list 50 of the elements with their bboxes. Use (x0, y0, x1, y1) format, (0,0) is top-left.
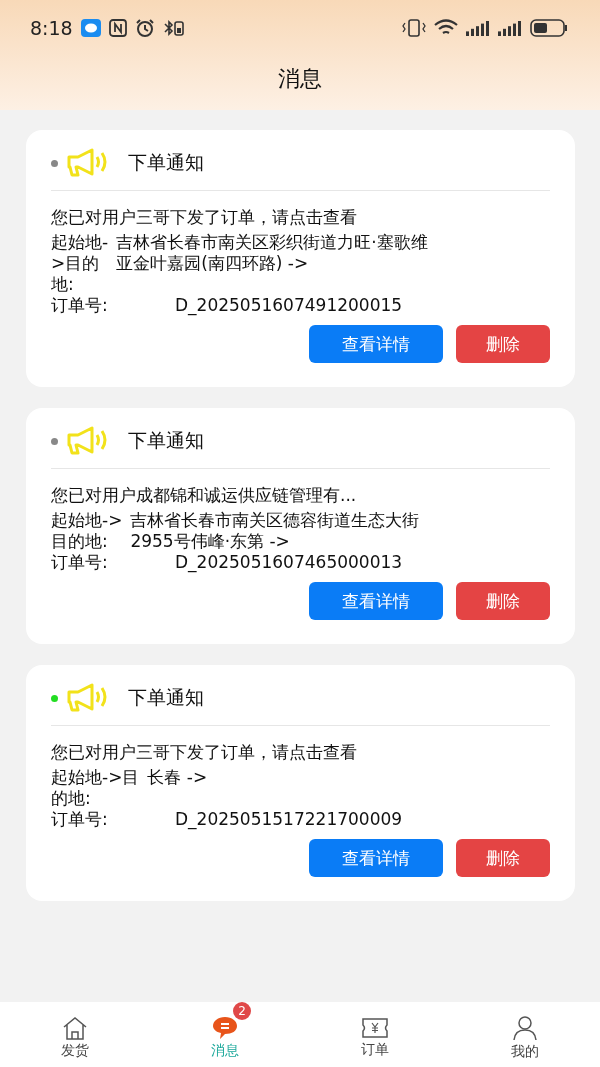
signal-icon (498, 20, 522, 36)
route-address: 长春 -> (147, 767, 209, 788)
tab-item[interactable]: 2 消息 (150, 1002, 300, 1067)
signal-icon (466, 20, 490, 36)
ticket-icon (361, 1016, 389, 1039)
order-label: 订单号: (51, 552, 109, 573)
user-icon (512, 1014, 538, 1041)
tab-item[interactable]: 我的 (450, 1002, 600, 1067)
details-button[interactable]: 查看详情 (309, 839, 443, 877)
message-summary: 您已对用户三哥下发了订单，请点击查看 (51, 742, 358, 763)
details-button[interactable]: 查看详情 (309, 325, 443, 363)
tab-item[interactable]: 订单 (300, 1002, 450, 1067)
route-label: >目的 (51, 253, 101, 274)
message-title: 下单通知 (128, 428, 204, 453)
order-label: 订单号: (51, 809, 109, 830)
bluetooth-battery-icon (162, 19, 185, 37)
message-summary: 您已对用户三哥下发了订单，请点击查看 (51, 207, 358, 228)
route-address: 亚金叶嘉园(南四环路) -> (116, 253, 310, 274)
status-time: 8:18 (30, 17, 73, 39)
delete-button[interactable]: 删除 (456, 582, 550, 620)
route-label: 地: (51, 274, 75, 295)
message-summary: 您已对用户成都锦和诚运供应链管理有... (51, 485, 358, 506)
route-address: 吉林省长春市南关区德容街道生态大街 (130, 510, 421, 531)
vibrate-icon (402, 19, 426, 37)
home-icon (62, 1015, 88, 1040)
route-label: 的地: (51, 788, 92, 809)
battery-icon (530, 19, 568, 37)
details-button[interactable]: 查看详情 (309, 582, 443, 620)
delete-button[interactable]: 删除 (456, 839, 550, 877)
delete-button[interactable]: 删除 (456, 325, 550, 363)
route-label: 起始地-> (51, 510, 123, 531)
route-address: 2955号伟峰·东第 -> (130, 531, 291, 552)
route-label: 目的地: (51, 531, 109, 552)
page-title: 消息 (277, 65, 323, 93)
chat-bubble-icon (212, 1015, 238, 1040)
route-address: 吉林省长春市南关区彩织街道力旺·塞歌维 (116, 232, 429, 253)
unread-badge: 2 (233, 1002, 251, 1020)
wifi-icon (434, 19, 458, 37)
route-label: 起始地- (51, 232, 109, 253)
message-title: 下单通知 (128, 150, 204, 175)
route-label: 起始地->目 (51, 767, 140, 788)
tab-item[interactable]: 发货 (0, 1002, 150, 1067)
nfc-icon (108, 19, 127, 37)
order-number: D_2025051607465000013 (175, 552, 404, 573)
message-title: 下单通知 (128, 685, 204, 710)
order-label: 订单号: (51, 295, 109, 316)
order-number: D_2025051517221700009 (175, 809, 404, 830)
order-number: D_2025051607491200015 (175, 295, 404, 316)
alarm-icon (134, 19, 155, 37)
chat-app-icon (80, 19, 101, 37)
